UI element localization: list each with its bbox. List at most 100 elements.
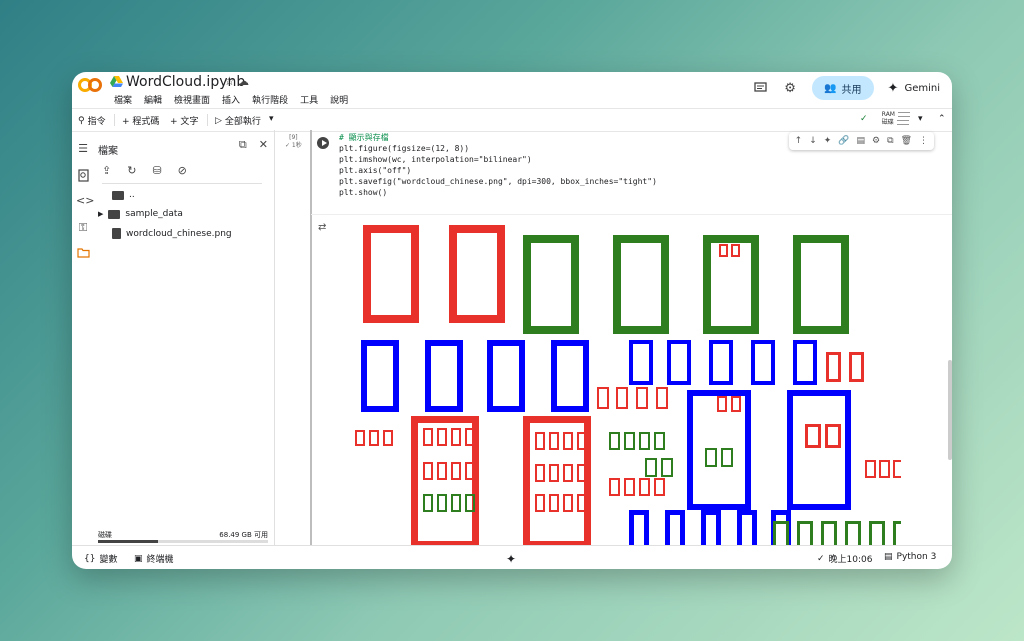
execution-info: [9] ✓ 1秒 — [285, 134, 302, 150]
last-run-time: 晚上10:06 — [828, 555, 873, 565]
wordcloud-glyph — [731, 244, 740, 257]
folder-icon — [112, 190, 124, 200]
files-panel-actions: ⧉ ✕ — [239, 138, 268, 152]
link-icon[interactable]: 🔗 — [838, 136, 849, 146]
files-panel-title: 檔案 — [98, 146, 118, 157]
file-row-parent[interactable]: .. — [112, 190, 135, 200]
mirror-cell-icon[interactable]: ⧉ — [887, 136, 893, 146]
cloud-sync-icon[interactable]: ☁ — [238, 75, 249, 88]
refresh-icon[interactable]: ↻ — [127, 164, 136, 177]
code-editor[interactable]: # 顯示與存檔 plt.figure(figsize=(12, 8)) plt.im… — [339, 132, 657, 198]
terminal-icon: ▣ — [134, 553, 143, 564]
wordcloud-glyph — [665, 510, 685, 545]
collapse-chevron-up-icon[interactable]: ⌃ — [938, 114, 946, 124]
menu-view[interactable]: 檢視畫面 — [172, 92, 212, 107]
wordcloud-glyph — [826, 352, 841, 382]
wordcloud-glyph — [721, 448, 733, 467]
commands-label: 指令 — [87, 117, 106, 127]
expand-chevron-right-icon[interactable]: ▶ — [98, 210, 103, 218]
more-vert-icon[interactable]: ⋮ — [919, 136, 928, 146]
code-snippets-icon[interactable]: <> — [76, 194, 94, 208]
toolbar: ⚲ 指令 + 程式碼 + 文字 ▷ 全部執行 ▾ ✓ RAM 磁碟 ▾ ⌃ — [72, 108, 952, 132]
wordcloud-glyph — [645, 458, 657, 477]
menu-runtime[interactable]: 執行階段 — [250, 92, 290, 107]
wordcloud-glyph — [717, 396, 727, 412]
header: WordCloud.ipynb ☆ ☁ 檔案 編輯 檢視畫面 插入 執行階段 工… — [72, 72, 952, 108]
add-text-button[interactable]: + 文字 — [170, 114, 198, 127]
comment-icon[interactable]: ▤ — [857, 136, 866, 146]
code-line: plt.imshow(wc, interpolation="bilinear") — [339, 155, 532, 164]
menu-insert[interactable]: 插入 — [220, 92, 242, 107]
gemini-button[interactable]: ✦ Gemini — [888, 81, 940, 96]
wordcloud-glyph — [825, 424, 841, 448]
wordcloud-glyph — [869, 521, 885, 545]
settings-gear-icon[interactable]: ⚙ — [872, 136, 880, 146]
menu-file[interactable]: 檔案 — [112, 92, 134, 107]
runtime-dropdown-icon[interactable]: ▾ — [918, 114, 923, 124]
wordcloud-glyph — [451, 494, 461, 512]
run-all-label: 全部執行 — [224, 117, 261, 127]
move-down-icon[interactable]: ↓ — [809, 136, 817, 146]
find-replace-icon[interactable] — [76, 169, 90, 183]
wordcloud-glyph — [361, 340, 399, 412]
menu-tools[interactable]: 工具 — [298, 92, 320, 107]
hide-files-icon[interactable]: ⊘ — [178, 164, 187, 177]
status-bar: {} 變數 ▣ 終端機 ✦ ✓ 晚上10:06 ▤ Python 3 — [72, 545, 952, 569]
terminal-label: 終端機 — [146, 555, 174, 565]
wordcloud-glyph — [369, 430, 379, 446]
wordcloud-glyph — [629, 340, 653, 385]
wordcloud-glyph — [751, 340, 775, 385]
close-icon[interactable]: ✕ — [259, 138, 268, 152]
code-line: # 顯示與存檔 — [339, 133, 389, 142]
gemini-sparkle-icon[interactable]: ✦ — [824, 136, 832, 146]
commands-button[interactable]: ⚲ 指令 — [78, 114, 106, 128]
run-cell-button[interactable] — [317, 137, 329, 149]
wordcloud-glyph — [535, 494, 545, 512]
wordcloud-glyph — [363, 225, 419, 323]
star-icon[interactable]: ☆ — [224, 74, 235, 88]
menu-edit[interactable]: 編輯 — [142, 92, 164, 107]
colab-logo-icon[interactable] — [78, 77, 102, 93]
terminal-button[interactable]: ▣ 終端機 — [134, 552, 174, 566]
code-line: plt.axis("off") — [339, 166, 412, 175]
table-of-contents-icon[interactable]: ☰ — [76, 142, 90, 156]
comment-icon[interactable] — [752, 80, 768, 96]
wordcloud-glyph — [661, 458, 673, 477]
wordcloud-glyph — [793, 235, 849, 334]
files-folder-icon[interactable] — [76, 248, 90, 262]
scrollbar[interactable] — [948, 360, 952, 460]
share-button[interactable]: 👥 共用 — [812, 76, 874, 100]
wordcloud-image — [355, 225, 901, 545]
wordcloud-glyph — [624, 478, 635, 496]
variables-button[interactable]: {} 變數 — [84, 552, 117, 566]
wordcloud-glyph — [705, 448, 717, 467]
run-all-button[interactable]: ▷ 全部執行 — [215, 114, 261, 128]
disk-bar — [896, 120, 909, 125]
menu-help[interactable]: 說明 — [328, 92, 350, 107]
runtime-type[interactable]: ▤ Python 3 — [884, 552, 936, 562]
settings-gear-icon[interactable]: ⚙ — [782, 80, 798, 96]
wordcloud-glyph — [709, 340, 733, 385]
menu-bar: 檔案 編輯 檢視畫面 插入 執行階段 工具 說明 — [112, 92, 350, 107]
divider — [311, 214, 952, 215]
file-row-sample-data[interactable]: ▶ sample_data — [98, 209, 183, 219]
wordcloud-glyph — [893, 521, 901, 545]
gemini-sparkle-icon[interactable]: ✦ — [506, 552, 516, 566]
output-actions-icon[interactable]: ⇄ — [318, 222, 326, 233]
resource-monitor[interactable]: RAM 磁碟 — [882, 111, 910, 127]
colab-window: WordCloud.ipynb ☆ ☁ 檔案 編輯 檢視畫面 插入 執行階段 工… — [72, 72, 952, 569]
run-all-dropdown-icon[interactable]: ▾ — [269, 114, 274, 124]
execution-count: [9] — [289, 134, 298, 141]
mount-drive-icon[interactable]: ⛁ — [152, 164, 161, 177]
check-icon: ✓ — [817, 553, 825, 564]
wordcloud-glyph — [437, 462, 447, 480]
wordcloud-glyph — [355, 430, 365, 446]
open-in-tab-icon[interactable]: ⧉ — [239, 138, 247, 152]
secrets-key-icon[interactable]: ⚿ — [76, 221, 90, 235]
file-row-wordcloud-png[interactable]: wordcloud_chinese.png — [112, 228, 232, 239]
move-up-icon[interactable]: ↑ — [795, 136, 803, 146]
add-code-button[interactable]: + 程式碼 — [122, 114, 159, 127]
upload-icon[interactable]: ⇪ — [102, 164, 111, 177]
delete-icon[interactable]: 🗑 — [901, 136, 912, 146]
runtime-status[interactable]: ✓ 晚上10:06 — [817, 552, 873, 566]
